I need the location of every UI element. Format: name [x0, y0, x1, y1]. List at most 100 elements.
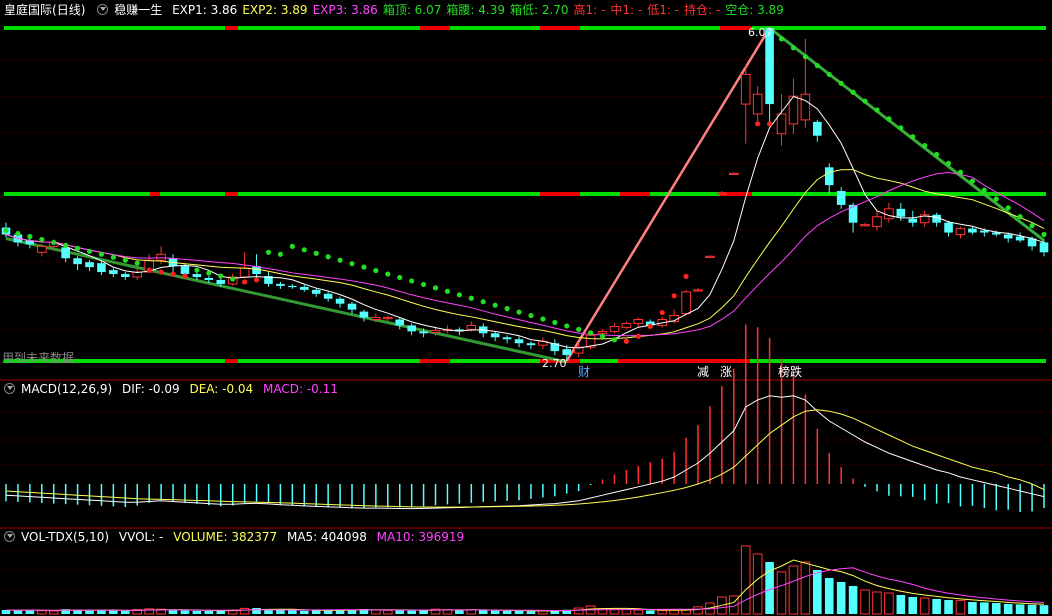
- volume-panel[interactable]: [1, 545, 1049, 615]
- sar-dot-16: [194, 267, 200, 273]
- volume-bar-43: [514, 611, 524, 614]
- candle-body-65: [776, 113, 787, 135]
- volume-bar-10: [121, 610, 130, 614]
- volume-bar-31: [371, 609, 381, 615]
- sar-dot-39: [468, 295, 474, 301]
- volume-bar-87: [1039, 605, 1049, 614]
- candle-body-60: [717, 192, 727, 195]
- sar-dot-82: [981, 187, 987, 193]
- sar-dot-37: [444, 288, 451, 294]
- box-mid-line: [4, 192, 1046, 197]
- candle-body-34: [407, 325, 416, 332]
- sar-dot-25: [301, 247, 307, 253]
- sar-dot-15: [182, 273, 188, 279]
- sar-dot-29: [349, 261, 355, 267]
- volume-bar-86: [1027, 604, 1037, 614]
- candle-body-84: [1003, 234, 1013, 239]
- volume-bar-44: [526, 611, 536, 614]
- candle-body-5: [61, 247, 70, 259]
- candle-body-13: [156, 253, 166, 261]
- grid-lines: [0, 59, 1052, 591]
- candle-body-16: [192, 274, 202, 278]
- sar-dot-9: [110, 254, 116, 260]
- volume-bar-24: [288, 610, 297, 614]
- candle-body-80: [955, 228, 966, 236]
- sar-dot-2: [27, 233, 33, 240]
- volume-bar-23: [276, 610, 285, 614]
- sar-dot-11: [134, 260, 140, 266]
- volume-bar-21: [252, 608, 261, 614]
- sar-dot-54: [647, 323, 653, 329]
- volume-bar-58: [693, 606, 703, 615]
- sar-dot-5: [63, 242, 69, 248]
- candle-body-53: [633, 318, 644, 324]
- sar-dot-43: [516, 309, 522, 315]
- volume-bar-54: [645, 610, 655, 614]
- volume-bar-40: [478, 610, 488, 614]
- sar-dot-6: [74, 245, 81, 251]
- candle-body-23: [276, 283, 285, 286]
- sar-dot-67: [802, 54, 808, 60]
- volume-bar-79: [944, 600, 953, 614]
- candle-body-50: [597, 330, 608, 334]
- candle-body-31: [371, 317, 381, 320]
- sar-dot-64: [766, 121, 773, 127]
- sar-dot-30: [361, 264, 367, 270]
- volume-bar-63: [752, 553, 763, 615]
- sar-dot-72: [862, 98, 868, 104]
- sar-dot-38: [456, 292, 462, 298]
- wave-down-line-2: [768, 26, 1045, 242]
- volume-bar-83: [991, 603, 1001, 614]
- candle-body-62: [740, 73, 751, 105]
- candle-body-63: [752, 93, 763, 115]
- candle-body-70: [836, 191, 846, 205]
- volume-bar-68: [813, 570, 822, 614]
- candle-body-59: [705, 255, 715, 258]
- sar-dot-77: [922, 142, 928, 149]
- candle-body-25: [299, 286, 309, 290]
- candle-body-8: [97, 263, 106, 273]
- sar-dot-44: [528, 312, 534, 319]
- sar-dot-48: [576, 326, 582, 332]
- candle-body-75: [896, 208, 906, 217]
- sar-dot-0: [3, 227, 9, 234]
- volume-bar-77: [919, 597, 930, 615]
- volume-bar-4: [48, 610, 59, 615]
- candle-body-81: [968, 228, 977, 233]
- volume-bar-71: [848, 586, 858, 614]
- volume-bar-84: [1003, 604, 1013, 614]
- event-reduce[interactable]: 减: [697, 365, 709, 379]
- sar-dot-20: [242, 279, 248, 285]
- event-rise[interactable]: 涨: [720, 364, 732, 379]
- sar-dot-28: [337, 257, 343, 263]
- sar-dot-23: [277, 251, 284, 257]
- sar-dot-55: [659, 309, 665, 316]
- box-mid-line-red-1: [225, 192, 238, 197]
- volume-bar-16: [192, 610, 202, 614]
- candle-body-41: [490, 333, 500, 338]
- sar-dot-51: [611, 337, 618, 343]
- sar-dot-22: [265, 249, 272, 255]
- stock-chart[interactable]: 6.07 2.70 用到未来数据 财 减 涨 榜跌: [0, 0, 1052, 616]
- sar-dot-85: [1017, 214, 1023, 220]
- sar-dot-47: [564, 323, 570, 329]
- volume-bar-81: [968, 602, 977, 614]
- candle-body-17: [204, 277, 214, 280]
- candle-body-15: [180, 266, 190, 275]
- sar-dot-36: [432, 285, 439, 291]
- volume-bar-67: [800, 561, 811, 615]
- candle-body-6: [73, 258, 82, 265]
- volume-bar-0: [1, 610, 11, 614]
- volume-bar-14: [168, 610, 178, 614]
- event-list-drop[interactable]: 榜跌: [778, 364, 802, 379]
- candle-body-73: [872, 216, 882, 228]
- sar-dot-41: [492, 302, 498, 308]
- volume-bar-78: [932, 599, 941, 614]
- volume-bar-52: [621, 609, 632, 615]
- sar-dot-71: [850, 89, 856, 95]
- event-finance[interactable]: 财: [578, 365, 590, 379]
- sar-dot-65: [778, 36, 785, 42]
- candle-body-47: [562, 349, 572, 356]
- sar-dot-56: [671, 293, 677, 299]
- volume-bar-20: [239, 607, 250, 615]
